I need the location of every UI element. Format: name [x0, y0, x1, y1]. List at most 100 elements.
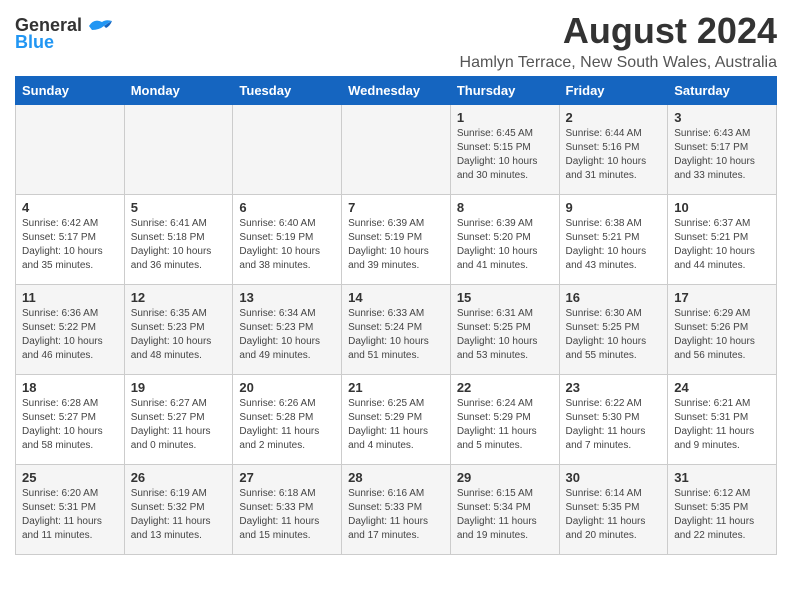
cell-info: and 39 minutes.	[348, 259, 444, 273]
column-header-tuesday: Tuesday	[233, 77, 342, 105]
cell-info: Sunset: 5:34 PM	[457, 501, 553, 515]
cell-info: Daylight: 10 hours	[239, 245, 335, 259]
calendar-cell: 14Sunrise: 6:33 AMSunset: 5:24 PMDayligh…	[342, 285, 451, 375]
cell-info: Daylight: 10 hours	[566, 245, 662, 259]
calendar-cell: 28Sunrise: 6:16 AMSunset: 5:33 PMDayligh…	[342, 465, 451, 555]
cell-info: and 4 minutes.	[348, 439, 444, 453]
day-number: 15	[457, 290, 553, 305]
calendar-table: SundayMondayTuesdayWednesdayThursdayFrid…	[15, 76, 777, 555]
day-number: 21	[348, 380, 444, 395]
day-number: 5	[131, 200, 227, 215]
logo: General Blue	[15, 10, 114, 53]
cell-info: and 58 minutes.	[22, 439, 118, 453]
cell-info: Daylight: 11 hours	[457, 515, 553, 529]
cell-info: Daylight: 11 hours	[348, 425, 444, 439]
cell-info: Sunrise: 6:21 AM	[674, 397, 770, 411]
cell-info: Daylight: 10 hours	[457, 245, 553, 259]
cell-info: Daylight: 10 hours	[131, 245, 227, 259]
cell-info: Daylight: 10 hours	[566, 155, 662, 169]
cell-info: Sunset: 5:21 PM	[674, 231, 770, 245]
cell-info: Daylight: 10 hours	[22, 335, 118, 349]
cell-info: and 33 minutes.	[674, 169, 770, 183]
cell-info: and 41 minutes.	[457, 259, 553, 273]
cell-info: Sunset: 5:30 PM	[566, 411, 662, 425]
calendar-cell: 7Sunrise: 6:39 AMSunset: 5:19 PMDaylight…	[342, 195, 451, 285]
cell-info: Sunrise: 6:22 AM	[566, 397, 662, 411]
cell-info: Sunrise: 6:35 AM	[131, 307, 227, 321]
calendar-cell: 5Sunrise: 6:41 AMSunset: 5:18 PMDaylight…	[124, 195, 233, 285]
day-number: 25	[22, 470, 118, 485]
cell-info: Daylight: 11 hours	[674, 425, 770, 439]
cell-info: Sunrise: 6:12 AM	[674, 487, 770, 501]
cell-info: and 11 minutes.	[22, 529, 118, 543]
calendar-week-1: 1Sunrise: 6:45 AMSunset: 5:15 PMDaylight…	[16, 105, 777, 195]
cell-info: and 22 minutes.	[674, 529, 770, 543]
cell-info: Sunrise: 6:39 AM	[348, 217, 444, 231]
day-number: 17	[674, 290, 770, 305]
calendar-week-2: 4Sunrise: 6:42 AMSunset: 5:17 PMDaylight…	[16, 195, 777, 285]
cell-info: and 17 minutes.	[348, 529, 444, 543]
day-number: 26	[131, 470, 227, 485]
day-number: 8	[457, 200, 553, 215]
calendar-cell: 15Sunrise: 6:31 AMSunset: 5:25 PMDayligh…	[450, 285, 559, 375]
cell-info: and 48 minutes.	[131, 349, 227, 363]
cell-info: and 15 minutes.	[239, 529, 335, 543]
cell-info: and 44 minutes.	[674, 259, 770, 273]
cell-info: Sunset: 5:32 PM	[131, 501, 227, 515]
day-number: 24	[674, 380, 770, 395]
cell-info: and 35 minutes.	[22, 259, 118, 273]
calendar-cell: 20Sunrise: 6:26 AMSunset: 5:28 PMDayligh…	[233, 375, 342, 465]
cell-info: Sunrise: 6:44 AM	[566, 127, 662, 141]
day-number: 27	[239, 470, 335, 485]
cell-info: Sunset: 5:29 PM	[348, 411, 444, 425]
calendar-cell: 24Sunrise: 6:21 AMSunset: 5:31 PMDayligh…	[668, 375, 777, 465]
cell-info: and 9 minutes.	[674, 439, 770, 453]
cell-info: Sunset: 5:19 PM	[239, 231, 335, 245]
day-number: 22	[457, 380, 553, 395]
cell-info: and 7 minutes.	[566, 439, 662, 453]
cell-info: Sunrise: 6:38 AM	[566, 217, 662, 231]
cell-info: Sunrise: 6:45 AM	[457, 127, 553, 141]
cell-info: Sunset: 5:23 PM	[239, 321, 335, 335]
cell-info: Sunrise: 6:34 AM	[239, 307, 335, 321]
calendar-cell: 9 Sunrise: 6:38 AMSunset: 5:21 PMDaylight…	[559, 195, 668, 285]
day-number: 9	[566, 200, 662, 215]
calendar-week-5: 25Sunrise: 6:20 AMSunset: 5:31 PMDayligh…	[16, 465, 777, 555]
cell-info: Sunrise: 6:37 AM	[674, 217, 770, 231]
cell-info: Daylight: 11 hours	[674, 515, 770, 529]
cell-info: Daylight: 10 hours	[239, 335, 335, 349]
calendar-cell	[124, 105, 233, 195]
cell-info: Daylight: 10 hours	[348, 245, 444, 259]
cell-info: Sunrise: 6:25 AM	[348, 397, 444, 411]
cell-info: Daylight: 10 hours	[348, 335, 444, 349]
day-number: 13	[239, 290, 335, 305]
cell-info: Sunset: 5:24 PM	[348, 321, 444, 335]
cell-info: Sunset: 5:21 PM	[566, 231, 662, 245]
cell-info: Sunrise: 6:29 AM	[674, 307, 770, 321]
cell-info: Sunrise: 6:30 AM	[566, 307, 662, 321]
cell-info: Daylight: 10 hours	[566, 335, 662, 349]
cell-info: Sunrise: 6:14 AM	[566, 487, 662, 501]
cell-info: and 56 minutes.	[674, 349, 770, 363]
cell-info: Daylight: 11 hours	[566, 515, 662, 529]
cell-info: and 51 minutes.	[348, 349, 444, 363]
cell-info: and 0 minutes.	[131, 439, 227, 453]
cell-info: Daylight: 10 hours	[22, 425, 118, 439]
cell-info: Sunrise: 6:20 AM	[22, 487, 118, 501]
cell-info: Sunrise: 6:39 AM	[457, 217, 553, 231]
cell-info: Daylight: 11 hours	[22, 515, 118, 529]
cell-info: Sunrise: 6:19 AM	[131, 487, 227, 501]
day-number: 23	[566, 380, 662, 395]
day-number: 11	[22, 290, 118, 305]
cell-info: Sunrise: 6:31 AM	[457, 307, 553, 321]
cell-info: Sunrise: 6:16 AM	[348, 487, 444, 501]
calendar-cell: 11Sunrise: 6:36 AMSunset: 5:22 PMDayligh…	[16, 285, 125, 375]
calendar-cell: 19Sunrise: 6:27 AMSunset: 5:27 PMDayligh…	[124, 375, 233, 465]
cell-info: Sunrise: 6:26 AM	[239, 397, 335, 411]
calendar-cell	[16, 105, 125, 195]
column-header-monday: Monday	[124, 77, 233, 105]
cell-info: and 2 minutes.	[239, 439, 335, 453]
day-number: 14	[348, 290, 444, 305]
calendar-cell	[233, 105, 342, 195]
calendar-cell: 13 Sunrise: 6:34 AMSunset: 5:23 PMDayligh…	[233, 285, 342, 375]
